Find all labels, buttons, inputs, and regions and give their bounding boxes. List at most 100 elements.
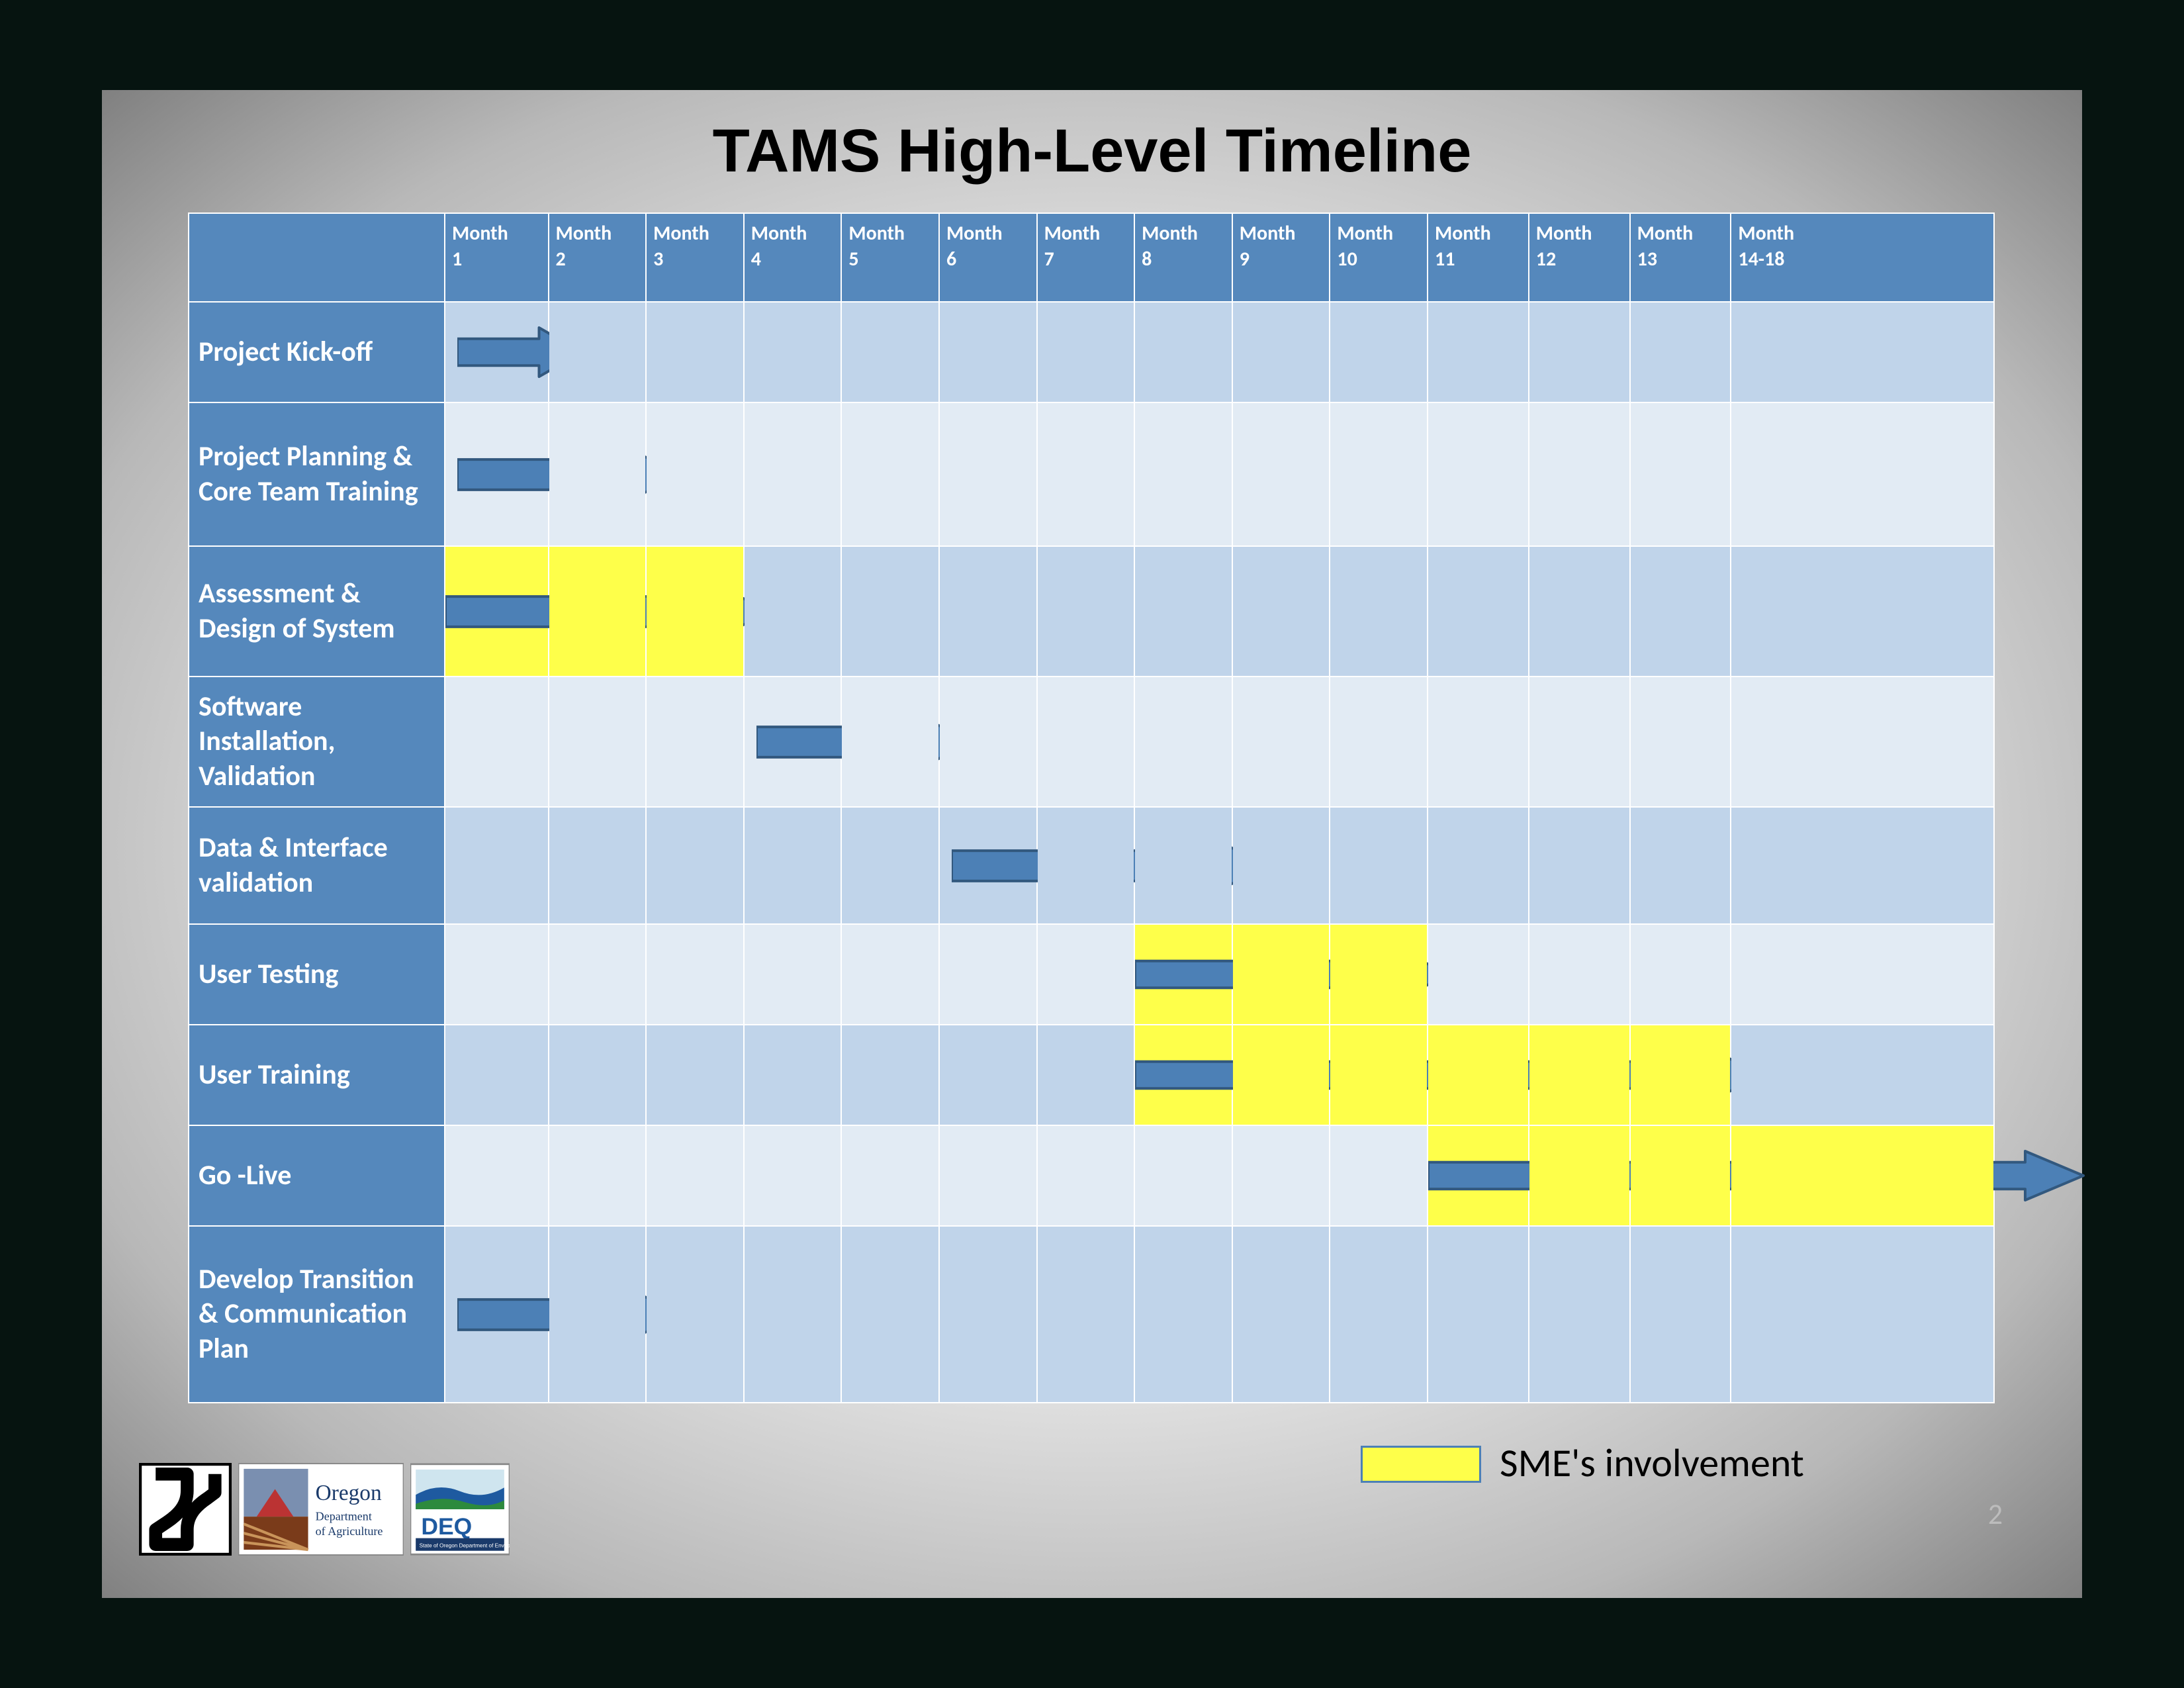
timeline-cell (744, 1125, 842, 1226)
month-bot: 13 (1637, 247, 1657, 271)
timeline-cell (1037, 1125, 1135, 1226)
timeline-cell (646, 924, 744, 1025)
timeline-cell (1134, 677, 1232, 807)
month-top: Month (1435, 221, 1491, 246)
month-header: Month5 (841, 213, 939, 302)
timeline-cell (646, 1226, 744, 1403)
month-bot: 6 (946, 247, 956, 271)
timeline-cell (1232, 402, 1330, 546)
task-label: Data & Interface validation (189, 807, 445, 924)
timeline-row: Software Installation, Validation (189, 677, 1994, 807)
task-label: Go -Live (189, 1125, 445, 1226)
month-bot: 1 (452, 247, 462, 271)
month-bot: 14-18 (1738, 247, 1784, 271)
timeline-cell (1630, 677, 1731, 807)
timeline-cell (1630, 1226, 1731, 1403)
timeline-cell (1134, 1025, 1232, 1125)
timeline-cell (1428, 924, 1529, 1025)
month-bot: 4 (751, 247, 761, 271)
svg-text:Department: Department (316, 1510, 372, 1523)
timeline-cell (1330, 1025, 1428, 1125)
task-label: User Training (189, 1025, 445, 1125)
timeline-cell (1330, 924, 1428, 1025)
timeline-header: Month1Month2Month3Month4Month5Month6Mont… (189, 213, 1994, 302)
task-label: Project Kick-off (189, 302, 445, 402)
timeline-cell (549, 1226, 647, 1403)
month-bot: 7 (1044, 247, 1054, 271)
timeline-cell (1428, 1025, 1529, 1125)
timeline-cell (1330, 677, 1428, 807)
timeline-cell (1731, 1025, 1994, 1125)
timeline-cell (1529, 1125, 1630, 1226)
timeline-cell (1134, 302, 1232, 402)
task-label: Project Planning & Core Team Training (189, 402, 445, 546)
timeline-cell (744, 924, 842, 1025)
timeline-cell (445, 1025, 549, 1125)
timeline-cell (445, 807, 549, 924)
timeline-cell (1630, 924, 1731, 1025)
svg-text:of Agriculture: of Agriculture (316, 1524, 383, 1538)
month-header: Month9 (1232, 213, 1330, 302)
timeline-cell (939, 1226, 1037, 1403)
deq-logo-icon: DEQ State of Oregon Department of Enviro… (410, 1463, 510, 1556)
timeline-cell (1731, 924, 1994, 1025)
month-top: Month (1142, 221, 1198, 246)
footer-logos: Oregon Department of Agriculture DEQ Sta… (139, 1463, 510, 1556)
timeline-cell (1630, 1025, 1731, 1125)
task-label: Develop Transition & Communication Plan (189, 1226, 445, 1403)
slide-title: TAMS High-Level Timeline (102, 117, 2082, 186)
timeline-cell (646, 1025, 744, 1125)
timeline-cell (1529, 677, 1630, 807)
timeline-cell (1529, 1025, 1630, 1125)
timeline-cell (1529, 1226, 1630, 1403)
timeline-cell (1630, 302, 1731, 402)
timeline-cell (1330, 1226, 1428, 1403)
timeline-cell (744, 402, 842, 546)
task-label: Assessment & Design of System (189, 546, 445, 677)
timeline-cell (841, 1226, 939, 1403)
timeline-cell (1428, 402, 1529, 546)
timeline-cell (646, 1125, 744, 1226)
timeline-cell (1037, 1025, 1135, 1125)
timeline-cell (1630, 1125, 1731, 1226)
month-header: Month1 (445, 213, 549, 302)
timeline-cell (1134, 402, 1232, 546)
timeline-cell (646, 677, 744, 807)
timeline-body: Project Kick-off Project Planning & Core… (189, 302, 1994, 1403)
timeline-cell (841, 1125, 939, 1226)
month-top: Month (751, 221, 807, 246)
timeline-cell (1428, 1125, 1529, 1226)
timeline-cell (1731, 807, 1994, 924)
timeline-cell (1134, 546, 1232, 677)
svg-text:State of Oregon Department of: State of Oregon Department of Environmen… (420, 1542, 510, 1548)
timeline-cell (939, 807, 1037, 924)
legend-label: SME's involvement (1500, 1440, 1804, 1486)
timeline-cell (549, 677, 647, 807)
timeline-gantt: Month1Month2Month3Month4Month5Month6Mont… (188, 212, 1995, 1403)
timeline-cell (1529, 302, 1630, 402)
timeline-row: Project Planning & Core Team Training (189, 402, 1994, 546)
month-top: Month (1536, 221, 1592, 246)
timeline-cell (939, 677, 1037, 807)
timeline-cell (1428, 1226, 1529, 1403)
month-header: Month2 (549, 213, 647, 302)
timeline-cell (1232, 677, 1330, 807)
timeline-cell (1037, 924, 1135, 1025)
task-label: User Testing (189, 924, 445, 1025)
timeline-cell (744, 546, 842, 677)
timeline-cell (1330, 402, 1428, 546)
month-header: Month7 (1037, 213, 1135, 302)
month-header: Month8 (1134, 213, 1232, 302)
month-bot: 8 (1142, 247, 1152, 271)
month-bot: 10 (1337, 247, 1357, 271)
timeline-cell (1731, 1226, 1994, 1403)
slide-number: 2 (1988, 1496, 2003, 1532)
timeline-cell (646, 302, 744, 402)
timeline-cell (841, 1025, 939, 1125)
timeline-cell (939, 302, 1037, 402)
month-top: Month (1240, 221, 1296, 246)
oregon-agriculture-logo-icon: Oregon Department of Agriculture (238, 1463, 404, 1556)
task-label: Software Installation, Validation (189, 677, 445, 807)
month-header: Month4 (744, 213, 842, 302)
timeline-cell (445, 1226, 549, 1403)
